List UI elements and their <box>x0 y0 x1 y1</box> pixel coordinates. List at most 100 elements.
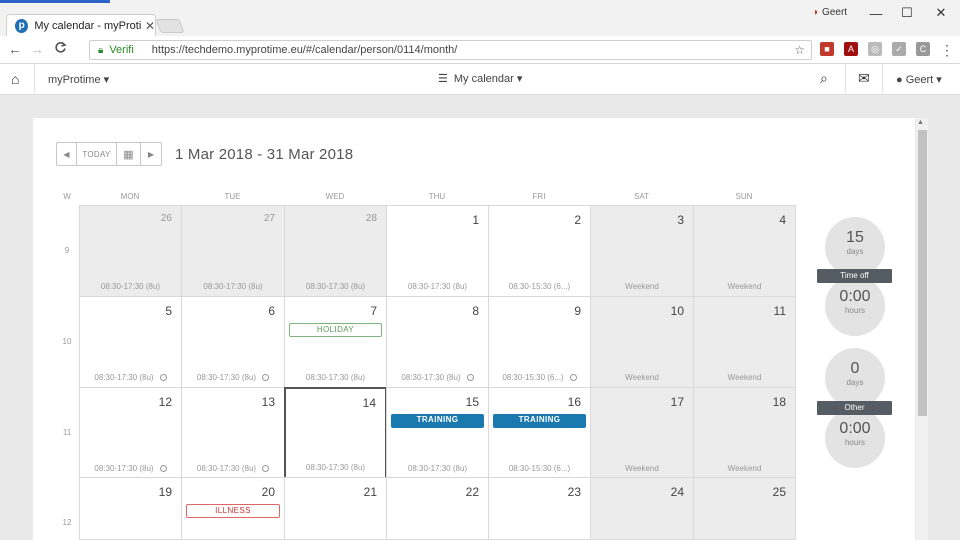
schedule-label: Weekend <box>625 282 659 291</box>
schedule-text: 08:30-15:30 (6...) <box>489 282 590 291</box>
next-month-button[interactable]: ▶ <box>141 143 161 165</box>
bookmark-star-icon[interactable]: ☆ <box>794 43 805 57</box>
day-number: 23 <box>567 485 581 499</box>
clock-icon[interactable] <box>262 374 270 381</box>
url-bar[interactable]: 🔒︎ Verifi https://techdemo.myprotime.eu/… <box>89 40 812 60</box>
calendar-day-cell[interactable]: 25 <box>693 477 796 540</box>
illness-event[interactable]: ILLNESS <box>186 504 280 518</box>
calendar-day-cell[interactable]: 18 Weekend <box>693 387 796 479</box>
calendar-day-cell[interactable]: 4 Weekend <box>693 205 796 297</box>
calendar-day-cell[interactable]: 23 <box>488 477 591 540</box>
reload-button[interactable] <box>54 41 67 57</box>
calendar-day-cell[interactable]: 17 Weekend <box>590 387 694 479</box>
close-window-button[interactable]: ✕ <box>927 4 955 22</box>
day-number: 22 <box>465 485 479 499</box>
previous-month-button[interactable]: ◀ <box>57 143 77 165</box>
tab-title: My calendar - myProtime <box>34 19 141 32</box>
clock-icon[interactable] <box>159 465 167 472</box>
training-event[interactable]: TRAINING <box>493 414 586 428</box>
calendar-day-cell[interactable]: 8 08:30-17:30 (8u) <box>386 296 489 388</box>
schedule-label: 08:30-17:30 (8u) <box>94 373 154 382</box>
calendar-day-cell[interactable]: 28 08:30-17:30 (8u) <box>284 205 387 297</box>
extension-c-icon[interactable]: C <box>916 42 930 56</box>
schedule-label: 08:30-17:30 (8u) <box>94 464 154 473</box>
calendar-day-cell[interactable]: 26 08:30-17:30 (8u) <box>79 205 182 297</box>
calendar-day-cell[interactable]: 13 08:30-17:30 (8u) <box>181 387 285 479</box>
calendar-day-cell[interactable]: 11 Weekend <box>693 296 796 388</box>
calendar-day-cell[interactable]: 20 ILLNESS <box>181 477 285 540</box>
home-icon[interactable]: ⌂ <box>11 71 19 87</box>
day-number: 3 <box>677 213 684 227</box>
browser-menu-icon[interactable]: ⋮ <box>940 42 954 59</box>
calendar-day-cell[interactable]: 24 <box>590 477 694 540</box>
extension-red-icon[interactable]: ■ <box>820 42 834 56</box>
pdf-extension-icon[interactable]: A <box>844 42 858 56</box>
calendar-day-cell[interactable]: 7 HOLIDAY 08:30-17:30 (8u) <box>284 296 387 388</box>
timeoff-hours-value: 0:00 <box>839 288 871 305</box>
scroll-up-icon[interactable]: ▲ <box>917 119 924 126</box>
calendar-day-cell[interactable]: 16 TRAINING 08:30-15:30 (6...) <box>488 387 591 479</box>
other-hours-counter: 0:00 hours <box>825 408 885 468</box>
brand-menu[interactable]: myProtime ▾ <box>48 73 109 86</box>
header-divider <box>882 64 883 95</box>
other-hours-unit: hours <box>844 438 865 447</box>
training-event[interactable]: TRAINING <box>391 414 484 428</box>
extension-check-icon[interactable]: ✓ <box>892 42 906 56</box>
schedule-text: 08:30-17:30 (8u) <box>387 282 488 291</box>
weekend-label: Weekend <box>591 464 693 473</box>
calendar-day-cell[interactable]: 1 08:30-17:30 (8u) <box>386 205 489 297</box>
timeoff-days-unit: days <box>846 247 864 256</box>
clock-icon[interactable] <box>262 465 270 472</box>
calendar-day-cell[interactable]: 5 08:30-17:30 (8u) <box>79 296 182 388</box>
holiday-event[interactable]: HOLIDAY <box>289 323 382 337</box>
day-number: 5 <box>165 304 172 318</box>
user-menu[interactable]: ● Geert ▾ <box>896 73 942 86</box>
new-tab-button[interactable] <box>155 19 185 33</box>
calendar-day-cell[interactable]: 9 08:30-15:30 (6...) <box>488 296 591 388</box>
calendar-day-cell[interactable]: 3 Weekend <box>590 205 694 297</box>
calendar-day-cell[interactable]: 12 08:30-17:30 (8u) <box>79 387 182 479</box>
weekend-label: Weekend <box>694 464 795 473</box>
window-user[interactable]: ◑ Geert <box>812 7 847 18</box>
calendar-day-cell[interactable]: 15 TRAINING 08:30-17:30 (8u) <box>386 387 489 479</box>
tab-close-icon[interactable]: ✕ <box>145 19 155 33</box>
calendar-menu[interactable]: ☰ My calendar ▾ <box>438 72 522 85</box>
browser-titlebar: p My calendar - myProtime ✕ ◑Geert — ☐ ✕ <box>0 0 960 36</box>
schedule-label: 08:30-17:30 (8u) <box>196 464 257 473</box>
forward-button[interactable]: → <box>30 41 44 57</box>
schedule-label: 08:30-15:30 (6...) <box>508 464 571 473</box>
clock-icon[interactable] <box>159 374 167 381</box>
day-number: 6 <box>268 304 275 318</box>
clock-icon[interactable] <box>466 374 474 381</box>
browser-tab[interactable]: p My calendar - myProtime ✕ <box>6 14 156 36</box>
header-divider <box>845 64 846 95</box>
mail-icon[interactable]: ✉ <box>858 70 870 87</box>
clock-icon[interactable] <box>569 374 577 381</box>
calendar-day-cell[interactable]: 21 <box>284 477 387 540</box>
schedule-label: Weekend <box>625 373 659 382</box>
schedule-text: 08:30-17:30 (8u) <box>285 282 386 291</box>
calendar-day-cell[interactable]: 10 Weekend <box>590 296 694 388</box>
calendar-day-cell[interactable]: 2 08:30-15:30 (6...) <box>488 205 591 297</box>
maximize-button[interactable]: ☐ <box>893 4 921 22</box>
calendar-picker-icon[interactable]: ▦ <box>117 143 141 165</box>
calendar-day-cell[interactable]: 27 08:30-17:30 (8u) <box>181 205 285 297</box>
calendar-day-cell[interactable]: 19 <box>79 477 182 540</box>
back-button[interactable]: ← <box>8 41 22 57</box>
schedule-label: 08:30-17:30 (8u) <box>196 373 257 382</box>
day-number: 18 <box>772 395 786 409</box>
other-days-value: 0 <box>850 360 860 377</box>
schedule-text: 08:30-17:30 (8u) <box>285 373 386 382</box>
calendar-day-cell[interactable]: 22 <box>386 477 489 540</box>
schedule-label: Weekend <box>727 282 762 291</box>
search-icon[interactable]: ⌕ <box>820 70 828 87</box>
calendar-day-cell[interactable]: 14 08:30-17:30 (8u) <box>284 387 387 479</box>
calendar-day-cell[interactable]: 6 08:30-17:30 (8u) <box>181 296 285 388</box>
extension-grey-icon[interactable]: ◎ <box>868 42 882 56</box>
scrollbar-thumb[interactable] <box>918 130 927 416</box>
minimize-button[interactable]: — <box>862 4 890 22</box>
schedule-label: 08:30-17:30 (8u) <box>407 282 468 291</box>
favicon-icon: p <box>15 18 29 33</box>
schedule-label: Weekend <box>727 373 762 382</box>
today-button[interactable]: TODAY <box>77 143 117 165</box>
